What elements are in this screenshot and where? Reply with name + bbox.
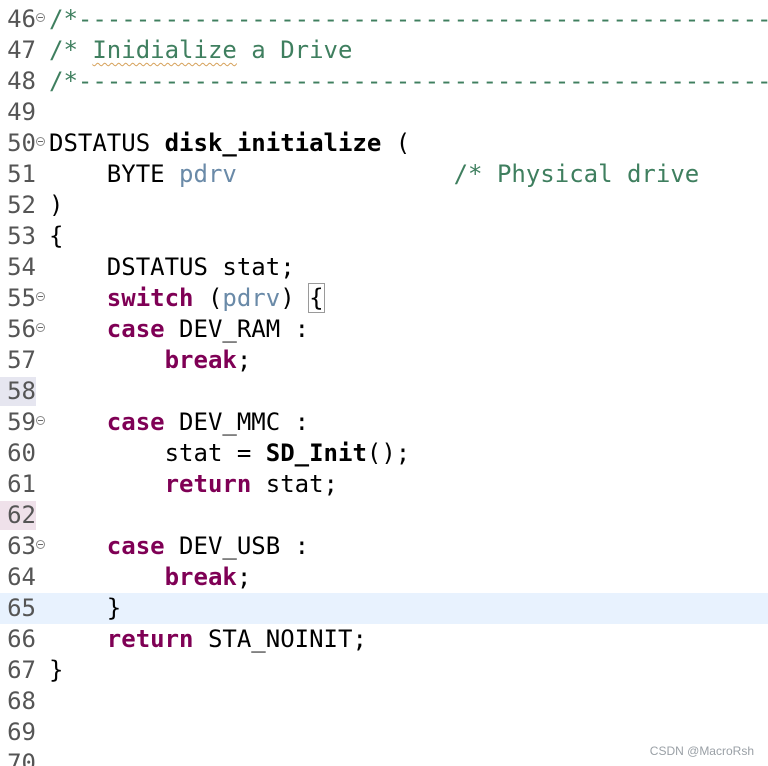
- code-line-60[interactable]: 60 stat = SD_Init();: [0, 438, 768, 469]
- code-line-56[interactable]: 56 case DEV_RAM :: [0, 314, 768, 345]
- comment-text: /* Physical drive: [453, 160, 700, 188]
- code-line-65-current[interactable]: 65 }: [0, 593, 768, 624]
- parameter-name: pdrv: [179, 160, 237, 188]
- line-number: 64: [7, 563, 36, 591]
- code-text: switch (pdrv) {: [106, 283, 325, 313]
- code-text: return stat;: [164, 470, 338, 498]
- line-number: 58: [0, 377, 36, 406]
- keyword: return: [106, 625, 194, 653]
- keyword: break: [164, 346, 237, 374]
- code-text: case DEV_USB :: [106, 532, 310, 560]
- line-number: 66: [7, 625, 36, 653]
- fold-toggle-icon[interactable]: [36, 416, 45, 425]
- function-name: SD_Init: [265, 439, 367, 467]
- line-number: 62: [0, 501, 36, 530]
- fold-toggle-icon[interactable]: [36, 137, 45, 146]
- line-number: 50: [7, 129, 36, 157]
- line-number: 59: [7, 408, 36, 436]
- keyword: switch: [106, 284, 194, 312]
- code-text: }: [49, 656, 64, 684]
- keyword: case: [106, 532, 165, 560]
- code-text: return STA_NOINIT;: [106, 625, 367, 653]
- fold-toggle-icon[interactable]: [36, 292, 45, 301]
- line-number: 46: [7, 5, 36, 33]
- misspelled-word: Inidialize: [92, 36, 237, 64]
- code-line-63[interactable]: 63 case DEV_USB :: [0, 531, 768, 562]
- line-number: 61: [7, 470, 36, 498]
- code-text: stat = SD_Init();: [49, 439, 411, 467]
- line-number: 65: [7, 594, 36, 622]
- line-number: 60: [7, 439, 36, 467]
- code-text: }: [49, 594, 122, 622]
- line-number: 52: [7, 191, 36, 219]
- code-line-47[interactable]: 47 /* Inidialize a Drive: [0, 35, 768, 66]
- code-line-55[interactable]: 55 switch (pdrv) {: [0, 283, 768, 314]
- line-number: 48: [7, 67, 36, 95]
- code-text: ): [49, 191, 64, 219]
- code-line-68[interactable]: 68: [0, 686, 768, 717]
- code-line-66[interactable]: 66 return STA_NOINIT;: [0, 624, 768, 655]
- code-line-49[interactable]: 49: [0, 97, 768, 128]
- code-line-61[interactable]: 61 return stat;: [0, 469, 768, 500]
- fold-toggle-icon[interactable]: [36, 323, 45, 332]
- code-line-46[interactable]: 46 /*-----------------------------------…: [0, 4, 768, 35]
- code-text: DSTATUS disk_initialize (: [49, 129, 411, 157]
- fold-toggle-icon[interactable]: [36, 13, 45, 22]
- keyword: case: [106, 315, 165, 343]
- code-line-52[interactable]: 52 ): [0, 190, 768, 221]
- code-line-58[interactable]: 58: [0, 376, 768, 407]
- line-number: 70: [7, 749, 36, 766]
- keyword: case: [106, 408, 165, 436]
- code-line-51[interactable]: 51 BYTE pdrv /* Physical drive: [0, 159, 768, 190]
- line-number: 47: [7, 36, 36, 64]
- comment-text: /* Inidialize a Drive: [49, 36, 353, 64]
- watermark: CSDN @MacroRsh: [649, 744, 754, 758]
- code-line-53[interactable]: 53 {: [0, 221, 768, 252]
- code-line-67[interactable]: 67 }: [0, 655, 768, 686]
- code-text: case DEV_MMC :: [106, 408, 310, 436]
- parameter-name: pdrv: [222, 284, 281, 312]
- code-line-59[interactable]: 59 case DEV_MMC :: [0, 407, 768, 438]
- function-name: disk_initialize: [164, 129, 382, 157]
- keyword: break: [164, 563, 237, 591]
- code-text: break;: [164, 346, 252, 374]
- keyword: return: [164, 470, 252, 498]
- line-number: 67: [7, 656, 36, 684]
- line-number: 56: [7, 315, 36, 343]
- line-number: 57: [7, 346, 36, 374]
- comment-text: /*--------------------------------------…: [49, 67, 768, 95]
- matching-bracket: {: [308, 283, 325, 313]
- code-line-54[interactable]: 54 DSTATUS stat;: [0, 252, 768, 283]
- comment-text: /*--------------------------------------…: [49, 5, 768, 33]
- line-number: 69: [7, 718, 36, 746]
- line-number: 63: [7, 532, 36, 560]
- code-line-50[interactable]: 50 DSTATUS disk_initialize (: [0, 128, 768, 159]
- line-number: 54: [7, 253, 36, 281]
- code-editor[interactable]: 46 /*-----------------------------------…: [0, 0, 768, 766]
- code-text: DSTATUS stat;: [49, 253, 295, 281]
- code-line-48[interactable]: 48 /*-----------------------------------…: [0, 66, 768, 97]
- code-line-57[interactable]: 57 break;: [0, 345, 768, 376]
- code-text: BYTE pdrv /* Physical drive: [49, 160, 700, 188]
- line-number: 51: [7, 160, 36, 188]
- code-line-64[interactable]: 64 break;: [0, 562, 768, 593]
- code-text: {: [49, 222, 64, 250]
- code-text: case DEV_RAM :: [106, 315, 310, 343]
- fold-toggle-icon[interactable]: [36, 540, 45, 549]
- line-number: 68: [7, 687, 36, 715]
- line-number: 53: [7, 222, 36, 250]
- line-number: 49: [7, 98, 36, 126]
- line-number: 55: [7, 284, 36, 312]
- code-line-62[interactable]: 62: [0, 500, 768, 531]
- code-text: break;: [164, 563, 252, 591]
